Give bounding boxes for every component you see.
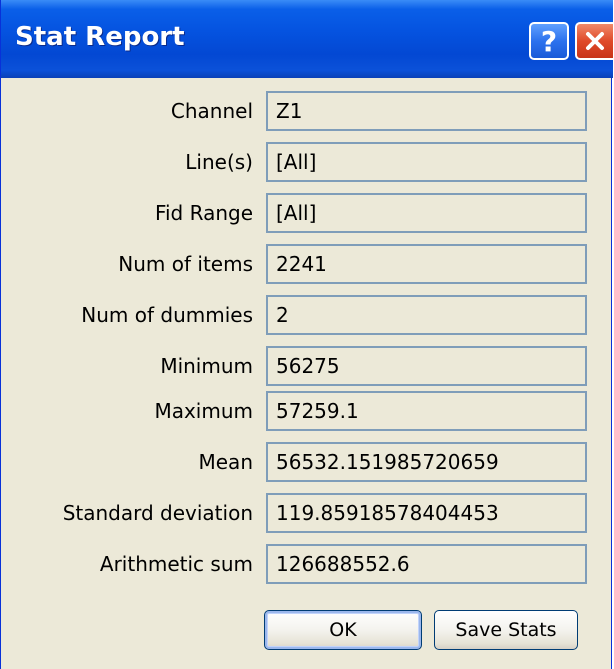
field-row-maximum: Maximum 57259.1 (1, 391, 613, 431)
minimum-label: Minimum (160, 354, 253, 378)
field-row-arithmetic-sum: Arithmetic sum 126688552.6 (1, 544, 613, 584)
stat-report-dialog: Stat Report ? Channel Z1 Line(s) [All] F… (0, 0, 613, 669)
field-row-minimum: Minimum 56275 (1, 346, 613, 386)
num-items-label: Num of items (118, 252, 253, 276)
field-row-mean: Mean 56532.151985720659 (1, 442, 613, 482)
maximum-field[interactable]: 57259.1 (266, 391, 587, 431)
std-dev-label: Standard deviation (62, 501, 253, 525)
help-button[interactable]: ? (529, 22, 569, 60)
arithmetic-sum-label: Arithmetic sum (99, 552, 253, 576)
mean-field[interactable]: 56532.151985720659 (266, 442, 587, 482)
lines-field[interactable]: [All] (266, 142, 587, 182)
field-row-num-dummies: Num of dummies 2 (1, 295, 613, 335)
field-row-channel: Channel Z1 (1, 91, 613, 131)
field-row-num-items: Num of items 2241 (1, 244, 613, 284)
channel-label: Channel (170, 99, 253, 123)
num-items-field[interactable]: 2241 (266, 244, 587, 284)
field-row-lines: Line(s) [All] (1, 142, 613, 182)
fid-range-label: Fid Range (154, 201, 253, 225)
close-button[interactable] (575, 22, 613, 60)
ok-button[interactable]: OK (264, 610, 422, 650)
save-stats-button[interactable]: Save Stats (434, 610, 578, 650)
num-dummies-field[interactable]: 2 (266, 295, 587, 335)
close-icon (586, 32, 604, 50)
lines-label: Line(s) (185, 150, 253, 174)
field-row-std-dev: Standard deviation 119.85918578404453 (1, 493, 613, 533)
minimum-field[interactable]: 56275 (266, 346, 587, 386)
channel-field[interactable]: Z1 (266, 91, 587, 131)
field-row-fid-range: Fid Range [All] (1, 193, 613, 233)
dialog-title: Stat Report (15, 22, 185, 52)
std-dev-field[interactable]: 119.85918578404453 (266, 493, 587, 533)
help-icon: ? (540, 24, 558, 58)
maximum-label: Maximum (154, 399, 253, 423)
mean-label: Mean (198, 450, 254, 474)
num-dummies-label: Num of dummies (81, 303, 253, 327)
fid-range-field[interactable]: [All] (266, 193, 587, 233)
title-bar[interactable]: Stat Report ? (1, 0, 613, 78)
arithmetic-sum-field[interactable]: 126688552.6 (266, 544, 587, 584)
